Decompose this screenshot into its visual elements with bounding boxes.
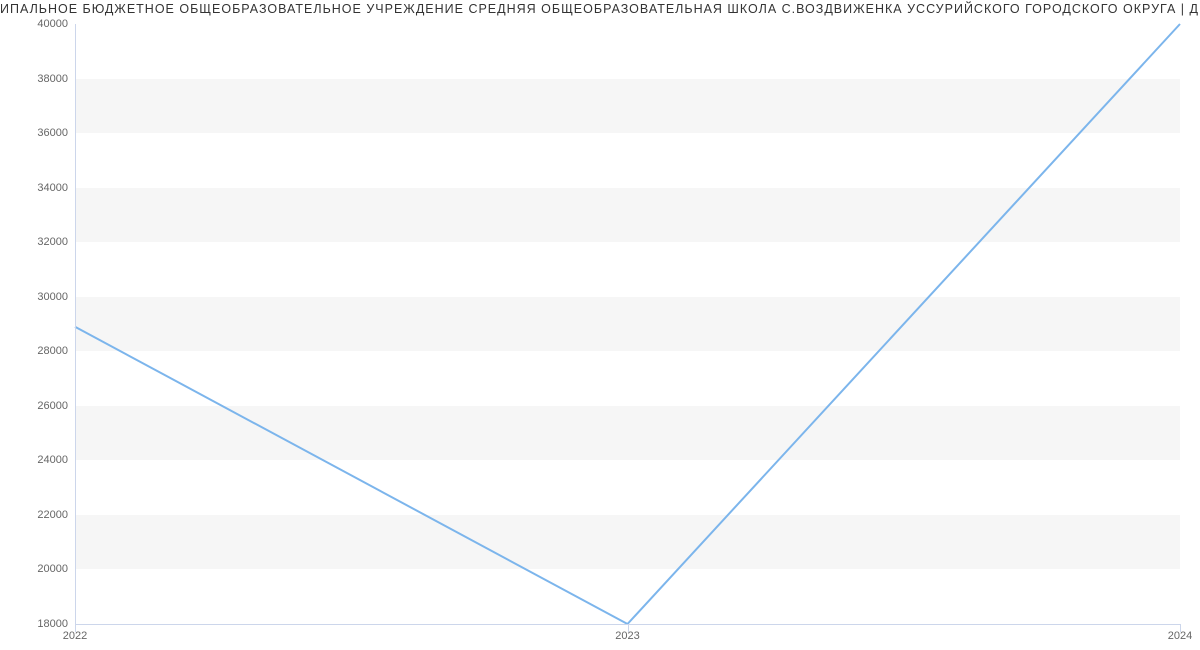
y-tick-label: 22000 bbox=[37, 509, 68, 521]
y-tick-label: 30000 bbox=[37, 291, 68, 303]
y-tick-label: 20000 bbox=[37, 563, 68, 575]
y-axis-line bbox=[75, 24, 76, 624]
y-tick-label: 36000 bbox=[37, 127, 68, 139]
line-series bbox=[75, 24, 1180, 624]
chart-container: ИПАЛЬНОЕ БЮДЖЕТНОЕ ОБЩЕОБРАЗОВАТЕЛЬНОЕ У… bbox=[0, 0, 1200, 650]
x-tick-mark bbox=[75, 624, 76, 632]
y-tick-label: 26000 bbox=[37, 400, 68, 412]
y-tick-label: 28000 bbox=[37, 345, 68, 357]
y-tick-label: 38000 bbox=[37, 73, 68, 85]
y-tick-label: 40000 bbox=[37, 18, 68, 30]
plot-area bbox=[75, 24, 1180, 624]
x-tick-mark bbox=[628, 624, 629, 632]
y-tick-label: 34000 bbox=[37, 182, 68, 194]
y-tick-label: 18000 bbox=[37, 618, 68, 630]
y-tick-label: 32000 bbox=[37, 236, 68, 248]
y-tick-label: 24000 bbox=[37, 454, 68, 466]
chart-title: ИПАЛЬНОЕ БЮДЖЕТНОЕ ОБЩЕОБРАЗОВАТЕЛЬНОЕ У… bbox=[0, 2, 1200, 16]
x-tick-mark bbox=[1180, 624, 1181, 632]
